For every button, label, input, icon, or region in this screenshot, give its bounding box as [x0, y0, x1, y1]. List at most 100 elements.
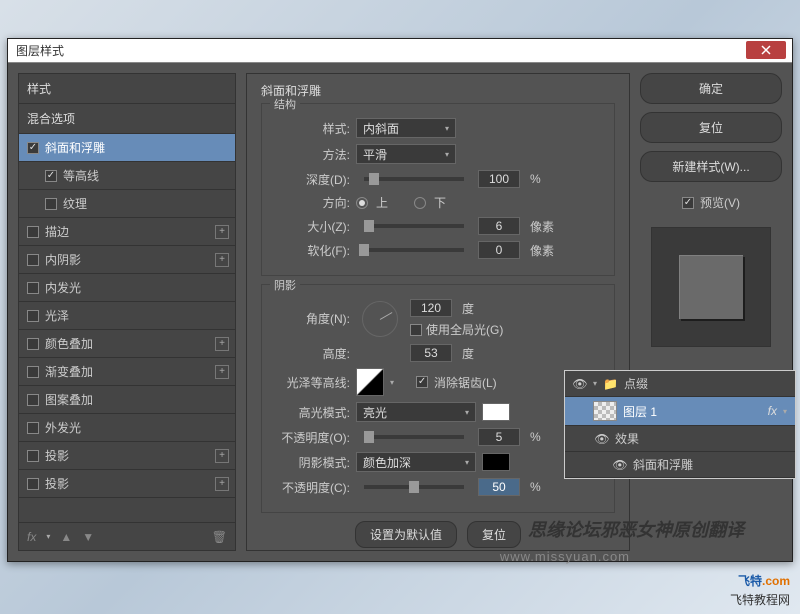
checkbox[interactable]	[45, 170, 57, 182]
structure-group: 结构 样式: 内斜面▾ 方法: 平滑▾ 深度(D): 100 % 方向:	[261, 103, 615, 276]
effect-item-row[interactable]: 👁 斜面和浮雕	[565, 452, 795, 478]
opacity1-input[interactable]: 5	[478, 428, 520, 446]
chevron-down-icon: ▾	[465, 458, 469, 467]
layer-style-dialog: 图层样式 样式 混合选项 斜面和浮雕 等高线 纹理	[7, 38, 793, 562]
collapse-icon[interactable]: ▾	[593, 379, 597, 388]
style-item-texture[interactable]: 纹理	[19, 190, 235, 218]
shadow-mode-select[interactable]: 颜色加深▾	[356, 452, 476, 472]
style-item-satin[interactable]: 光泽	[19, 302, 235, 330]
soften-input[interactable]: 0	[478, 241, 520, 259]
size-slider[interactable]	[364, 224, 464, 228]
shadow-color-swatch[interactable]	[482, 453, 510, 471]
add-icon[interactable]: +	[215, 225, 229, 239]
cancel-button[interactable]: 复位	[640, 112, 782, 143]
chevron-down-icon[interactable]: ▾	[390, 378, 394, 387]
visibility-icon[interactable]: 👁	[573, 377, 587, 391]
dir-down-radio[interactable]	[414, 197, 426, 209]
style-item-bevel[interactable]: 斜面和浮雕	[19, 134, 235, 162]
style-item-stroke[interactable]: 描边 +	[19, 218, 235, 246]
size-input[interactable]: 6	[478, 217, 520, 235]
titlebar[interactable]: 图层样式	[8, 39, 792, 63]
antialias-checkbox[interactable]	[416, 376, 428, 388]
checkbox[interactable]	[27, 366, 39, 378]
effect-name: 斜面和浮雕	[633, 456, 693, 473]
angle-input[interactable]: 120	[410, 299, 452, 317]
highlight-mode-select[interactable]: 亮光▾	[356, 402, 476, 422]
opacity1-slider[interactable]	[364, 435, 464, 439]
style-item-contour[interactable]: 等高线	[19, 162, 235, 190]
opacity2-slider[interactable]	[364, 485, 464, 489]
highlight-color-swatch[interactable]	[482, 403, 510, 421]
fx-icon[interactable]: fx	[27, 530, 36, 544]
ok-button[interactable]: 确定	[640, 73, 782, 104]
style-item-color-overlay[interactable]: 颜色叠加 +	[19, 330, 235, 358]
trash-icon[interactable]: 🗑	[212, 530, 227, 544]
make-default-button[interactable]: 设置为默认值	[355, 521, 457, 548]
altitude-input[interactable]: 53	[410, 344, 452, 362]
dir-up-radio[interactable]	[356, 197, 368, 209]
checkbox[interactable]	[27, 422, 39, 434]
direction-label: 方向:	[274, 194, 350, 211]
close-button[interactable]	[746, 41, 786, 59]
style-select[interactable]: 内斜面▾	[356, 118, 456, 138]
global-light-checkbox[interactable]	[410, 324, 422, 336]
add-icon[interactable]: +	[215, 477, 229, 491]
add-icon[interactable]: +	[215, 253, 229, 267]
angle-label: 角度(N):	[274, 310, 350, 327]
style-label: 内阴影	[45, 251, 81, 268]
checkbox[interactable]	[45, 198, 57, 210]
add-icon[interactable]: +	[215, 449, 229, 463]
layer-name: 图层 1	[623, 403, 657, 420]
watermark-text: 思缘论坛邪恶女神原创翻译	[528, 516, 744, 542]
add-icon[interactable]: +	[215, 337, 229, 351]
gloss-contour-picker[interactable]	[356, 368, 384, 396]
opacity2-label: 不透明度(C):	[274, 479, 350, 496]
style-item-pattern-overlay[interactable]: 图案叠加	[19, 386, 235, 414]
fx-menu-arrow[interactable]: ▾	[46, 532, 50, 541]
chevron-down-icon: ▾	[445, 124, 449, 133]
preview-checkbox[interactable]	[682, 197, 694, 209]
new-style-button[interactable]: 新建样式(W)...	[640, 151, 782, 182]
unit: %	[530, 430, 541, 444]
collapse-fx-icon[interactable]: ▾	[783, 407, 787, 416]
dir-up-label: 上	[376, 194, 388, 211]
move-down-icon[interactable]: ▼	[82, 530, 94, 544]
style-item-inner-glow[interactable]: 内发光	[19, 274, 235, 302]
depth-slider[interactable]	[364, 177, 464, 181]
soften-slider[interactable]	[364, 248, 464, 252]
layer-thumbnail[interactable]	[593, 401, 617, 421]
reset-default-button[interactable]: 复位	[467, 521, 521, 548]
style-item-gradient-overlay[interactable]: 渐变叠加 +	[19, 358, 235, 386]
angle-dial[interactable]	[362, 301, 398, 337]
move-up-icon[interactable]: ▲	[60, 530, 72, 544]
style-item-drop-shadow[interactable]: 投影 +	[19, 442, 235, 470]
checkbox[interactable]	[27, 310, 39, 322]
visibility-icon[interactable]	[573, 404, 587, 418]
visibility-icon[interactable]: 👁	[613, 458, 627, 472]
layer-group-row[interactable]: 👁 ▾ 📁 点缀	[565, 371, 795, 397]
checkbox[interactable]	[27, 282, 39, 294]
technique-select[interactable]: 平滑▾	[356, 144, 456, 164]
style-item-outer-glow[interactable]: 外发光	[19, 414, 235, 442]
blend-options-row[interactable]: 混合选项	[19, 104, 235, 134]
visibility-icon[interactable]: 👁	[595, 432, 609, 446]
checkbox[interactable]	[27, 478, 39, 490]
checkbox[interactable]	[27, 142, 39, 154]
depth-input[interactable]: 100	[478, 170, 520, 188]
style-item-drop-shadow-2[interactable]: 投影 +	[19, 470, 235, 498]
checkbox[interactable]	[27, 338, 39, 350]
opacity2-input[interactable]: 50	[478, 478, 520, 496]
add-icon[interactable]: +	[215, 365, 229, 379]
checkbox[interactable]	[27, 226, 39, 238]
effects-row[interactable]: 👁 效果	[565, 426, 795, 452]
checkbox[interactable]	[27, 450, 39, 462]
dir-down-label: 下	[434, 194, 446, 211]
global-light-label: 使用全局光(G)	[426, 321, 503, 338]
checkbox[interactable]	[27, 254, 39, 266]
antialias-label: 消除锯齿(L)	[434, 374, 497, 391]
checkbox[interactable]	[27, 394, 39, 406]
chevron-down-icon: ▾	[445, 150, 449, 159]
style-item-inner-shadow[interactable]: 内阴影 +	[19, 246, 235, 274]
layer-row[interactable]: 图层 1 fx ▾	[565, 397, 795, 426]
unit: %	[530, 172, 541, 186]
